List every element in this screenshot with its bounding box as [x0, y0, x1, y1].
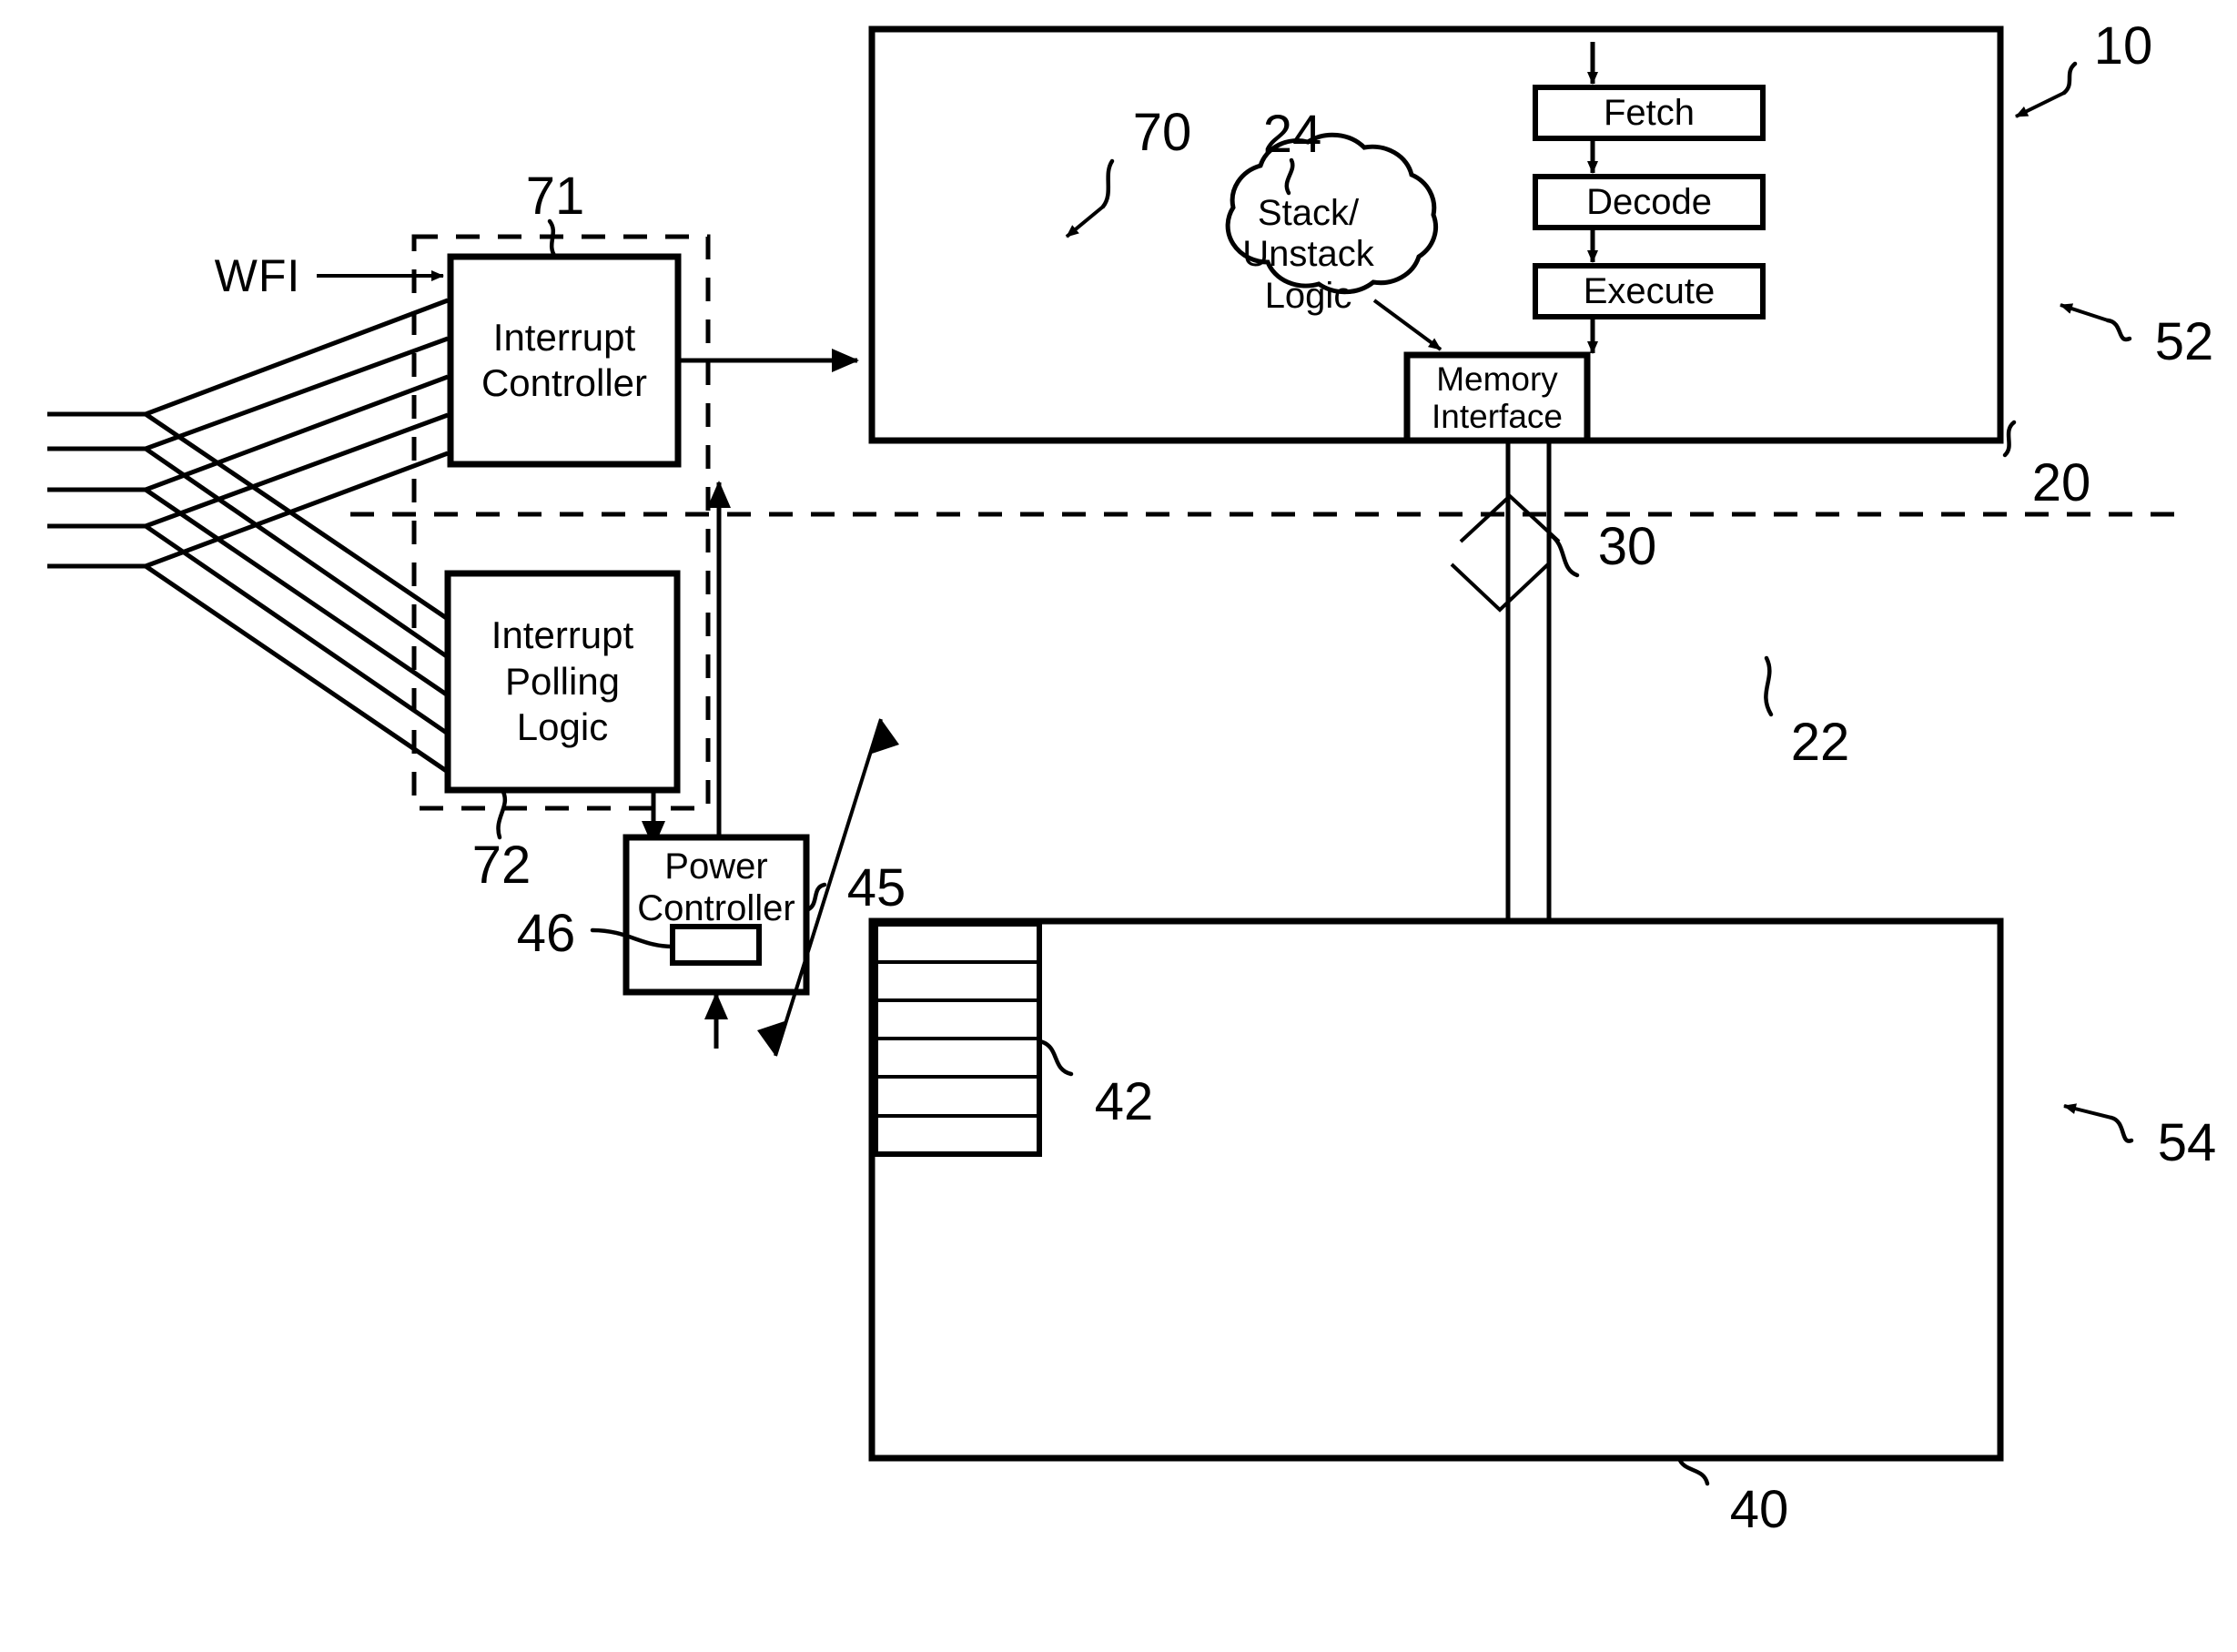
execute-label: Execute — [1583, 270, 1716, 311]
ref-numeral-10: 10 — [2093, 15, 2153, 76]
ref-numeral-46: 46 — [516, 903, 576, 963]
diagram-svg — [47, 25, 2184, 1486]
ref-numeral-70: 70 — [1132, 102, 1192, 162]
ref-numeral-71: 71 — [525, 166, 585, 226]
interrupt-controller-label-line1: Interrupt — [492, 315, 636, 359]
ref-numeral-24: 24 — [1262, 104, 1322, 164]
patent-figure-canvas: Fetch Decode Execute Memory Interface St… — [0, 0, 2237, 1652]
memory-interface-label-line2: Interface — [1432, 398, 1563, 435]
fetch-label: Fetch — [1603, 92, 1695, 133]
ref-numeral-72: 72 — [471, 835, 531, 895]
leader-54 — [2109, 1115, 2134, 1143]
interrupt-polling-logic-label: Interrupt Polling Logic — [448, 573, 677, 790]
ref10-arrow — [2015, 91, 2065, 118]
ref52-arrow — [2060, 303, 2109, 322]
interrupt-polling-label-line2: Polling — [504, 659, 621, 703]
stack-logic-label-line3: Logic — [1264, 275, 1352, 316]
decode-label: Decode — [1586, 181, 1712, 222]
ref-numeral-30: 30 — [1597, 516, 1657, 576]
interrupt-branch-5-lower — [144, 563, 450, 775]
interrupt-branch-3-lower — [144, 487, 450, 698]
memory-interface-label: Memory Interface — [1407, 355, 1587, 441]
ref-numeral-20: 20 — [2031, 452, 2091, 512]
interrupt-polling-label-line3: Logic — [516, 705, 609, 749]
leader-30 — [1548, 532, 1580, 578]
leader-20 — [2002, 420, 2017, 458]
power-controller-label-line2: Controller — [637, 888, 795, 928]
wfi-signal-label: WFI — [214, 250, 301, 301]
power-register-box — [670, 924, 762, 966]
interrupt-branch-2-lower — [144, 446, 450, 660]
interrupt-branch-4-lower — [144, 523, 450, 736]
stack-unstack-logic-label: Stack/ Unstack Logic — [1210, 182, 1406, 328]
ref-numeral-45: 45 — [846, 857, 906, 917]
ref-numeral-22: 22 — [1790, 712, 1850, 772]
memory-interface-label-line1: Memory — [1436, 360, 1558, 398]
power-controller-label-line1: Power — [664, 846, 768, 887]
leader-22 — [1764, 655, 1774, 717]
interrupt-controller-label-line2: Controller — [481, 361, 648, 404]
leader-72 — [496, 787, 508, 840]
bus-down-chevron — [1450, 562, 1550, 613]
interrupt-controller-label: Interrupt Controller — [450, 257, 678, 464]
stack-logic-label-line1: Stack/ — [1257, 192, 1360, 233]
ref-numeral-40: 40 — [1729, 1479, 1789, 1539]
leader-40 — [1676, 1455, 1710, 1486]
interrupt-polling-label-line1: Interrupt — [491, 613, 634, 657]
ref-numeral-54: 54 — [2157, 1112, 2217, 1172]
stack-logic-label-line2: Unstack — [1242, 234, 1374, 275]
power-controller-label: Power Controller — [626, 846, 806, 928]
ref54-arrow — [2063, 1103, 2112, 1120]
ref-numeral-42: 42 — [1094, 1071, 1154, 1131]
leader-52 — [2105, 318, 2132, 342]
ref-numeral-52: 52 — [2154, 311, 2214, 371]
leader-71 — [547, 218, 558, 259]
